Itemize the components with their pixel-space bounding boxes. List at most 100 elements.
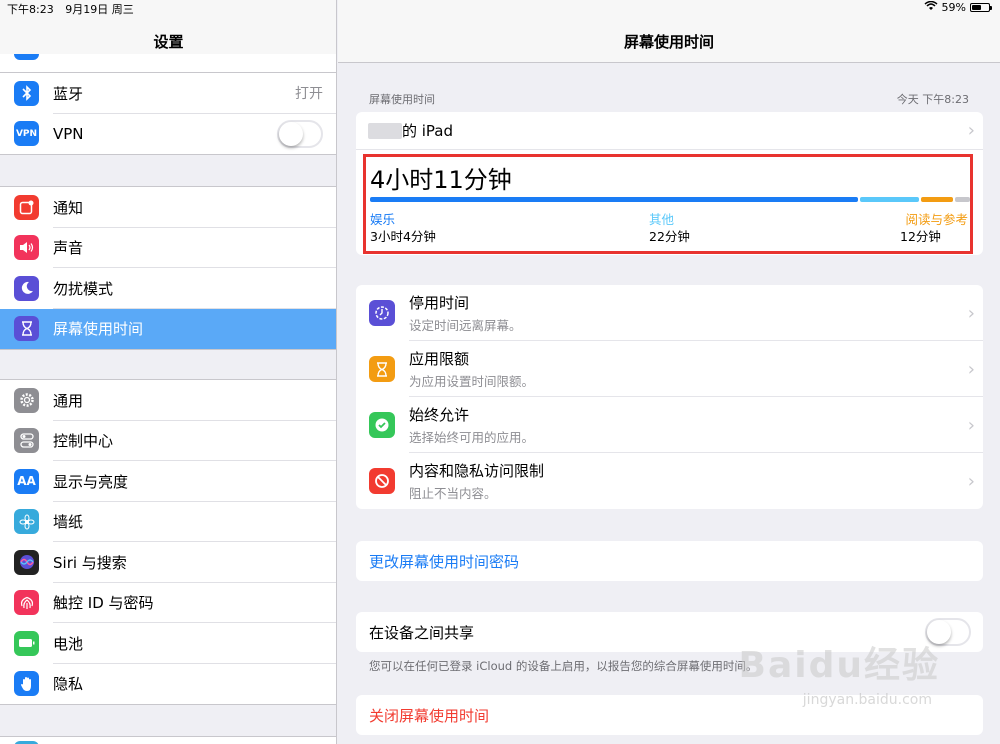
usage-bar-remaining [955, 197, 970, 202]
sidebar-item-control-center[interactable]: 控制中心 [0, 421, 336, 462]
sidebar-item-touch-id[interactable]: 触控 ID 与密码 [0, 583, 336, 624]
sidebar-item-label: 控制中心 [53, 432, 114, 451]
sidebar-item-label: Siri 与搜索 [53, 553, 127, 572]
fingerprint-icon [14, 590, 39, 616]
sidebar-item-do-not-disturb[interactable]: 勿扰模式 [0, 268, 336, 309]
option-downtime[interactable]: 停用时间 设定时间远离屏幕。 › [356, 285, 983, 341]
share-note: 您可以在任何已登录 iCloud 的设备上启用，以报告您的综合屏幕使用时间。 [369, 659, 758, 673]
wifi-icon [14, 54, 39, 60]
category-duration: 22分钟 [649, 229, 690, 244]
sidebar-item-label: 墙纸 [53, 513, 84, 532]
sidebar-group-top-partial [0, 54, 336, 73]
screen-time-panel: 屏幕使用时间 屏幕使用时间 今天 下午8:23 的 iPad › 4小时11分钟… [338, 0, 1000, 744]
hourglass-icon [14, 316, 39, 342]
chevron-right-icon: › [967, 120, 975, 141]
option-content-privacy[interactable]: 内容和隐私访问限制 阻止不当内容。 › [356, 453, 983, 509]
usage-bar-other [860, 197, 919, 202]
total-usage-time: 4小时11分钟 [370, 166, 512, 194]
usage-card: 的 iPad › 4小时11分钟 娱乐 3小时4分钟 其他 22分钟 阅读与参考… [356, 112, 983, 255]
sidebar-item-sounds[interactable]: 声音 [0, 228, 336, 269]
sidebar-item-label: 勿扰模式 [53, 279, 114, 298]
sidebar-item-siri[interactable]: Siri 与搜索 [0, 542, 336, 583]
sidebar-item-battery[interactable]: 电池 [0, 623, 336, 664]
category-duration: 12分钟 [900, 229, 941, 244]
section-timestamp: 今天 下午8:23 [896, 93, 969, 106]
option-subtitle: 为应用设置时间限额。 [409, 374, 535, 389]
sidebar-title: 设置 [153, 33, 184, 51]
sidebar-item-label: 隐私 [53, 675, 84, 694]
gear-icon [14, 387, 39, 413]
status-time: 下午8:23 [7, 3, 54, 16]
sidebar-item-wallpaper[interactable]: 墙纸 [0, 502, 336, 543]
status-bar: 下午8:23 9月19日 周三 59% [0, 0, 1000, 16]
sidebar-group-general: 通用 控制中心 AA 显示与亮度 墙纸 Siri 与搜索 触控 ID 与密码 电… [0, 379, 336, 705]
notifications-icon [14, 194, 39, 220]
sound-icon [14, 235, 39, 261]
option-subtitle: 阻止不当内容。 [409, 486, 497, 501]
redacted-owner-name [368, 122, 402, 139]
no-entry-icon [369, 468, 395, 494]
sidebar-item-label: 显示与亮度 [53, 472, 129, 491]
option-title: 停用时间 [409, 294, 470, 312]
watermark-url: jingyan.baidu.com [802, 692, 932, 708]
option-app-limits[interactable]: 应用限额 为应用设置时间限额。 › [356, 341, 983, 397]
vpn-icon: VPN [14, 121, 39, 147]
bluetooth-icon [14, 80, 39, 106]
options-card: 停用时间 设定时间远离屏幕。 › 应用限额 为应用设置时间限额。 › 始终允许 … [356, 285, 983, 509]
sidebar-item-label: 通知 [53, 198, 84, 217]
chevron-right-icon: › [967, 358, 975, 380]
sidebar-item-display[interactable]: AA 显示与亮度 [0, 461, 336, 502]
option-subtitle: 选择始终可用的应用。 [409, 430, 535, 445]
device-row[interactable]: 的 iPad › [356, 112, 983, 150]
sidebar-item-label: 屏幕使用时间 [53, 320, 144, 339]
hand-icon [14, 671, 39, 697]
checkmark-badge-icon [369, 412, 395, 438]
settings-sidebar: 设置 蓝牙 打开 VPN VPN 通知 声音 勿扰模式 屏幕使用时间 通用 控制… [0, 0, 337, 744]
vpn-toggle[interactable] [277, 119, 323, 148]
sidebar-item-screen-time[interactable]: 屏幕使用时间 [0, 308, 336, 349]
hourglass-icon [369, 356, 395, 382]
sidebar-item-label: 触控 ID 与密码 [53, 594, 154, 613]
passcode-card: 更改屏幕使用时间密码 [356, 541, 983, 581]
sidebar-item-bluetooth[interactable]: 蓝牙 打开 [0, 73, 336, 114]
usage-summary[interactable]: 4小时11分钟 娱乐 3小时4分钟 其他 22分钟 阅读与参考 12分钟 [363, 154, 973, 254]
display-icon: AA [14, 468, 39, 494]
sidebar-item-label: 电池 [53, 634, 84, 653]
sidebar-item-vpn[interactable]: VPN VPN [0, 114, 336, 155]
chevron-right-icon: › [967, 470, 975, 492]
usage-bar-reading [921, 197, 953, 202]
page-title: 屏幕使用时间 [623, 33, 714, 51]
sidebar-group-connectivity: 蓝牙 打开 VPN VPN [0, 73, 336, 155]
usage-bar-entertainment [370, 197, 858, 202]
option-always-allowed[interactable]: 始终允许 选择始终可用的应用。 › [356, 397, 983, 453]
sidebar-item-general[interactable]: 通用 [0, 380, 336, 421]
battery-percent: 59% [941, 1, 966, 14]
section-label: 屏幕使用时间 [369, 93, 435, 106]
sidebar-item-label: 声音 [53, 239, 84, 258]
sidebar-group-notifications: 通知 声音 勿扰模式 屏幕使用时间 [0, 186, 336, 350]
siri-icon [14, 549, 39, 575]
moon-icon [14, 275, 39, 301]
sidebar-item-privacy[interactable]: 隐私 [0, 664, 336, 705]
option-subtitle: 设定时间远离屏幕。 [409, 318, 522, 333]
sidebar-item-label: VPN [53, 124, 84, 143]
wifi-icon [924, 0, 938, 14]
sidebar-group-bottom-partial [0, 736, 336, 744]
control-center-icon [14, 428, 39, 454]
bluetooth-status: 打开 [295, 86, 323, 103]
battery-fill [972, 5, 982, 10]
device-name: 的 iPad [402, 122, 454, 140]
battery-indicator-icon [970, 3, 992, 12]
chevron-right-icon: › [967, 302, 975, 324]
watermark-logo: Baidu经验 [738, 645, 940, 686]
sidebar-item-label: 通用 [53, 391, 84, 410]
sidebar-item-notifications[interactable]: 通知 [0, 187, 336, 228]
status-date: 9月19日 周三 [65, 3, 134, 16]
downtime-icon [369, 300, 395, 326]
option-title: 应用限额 [409, 350, 470, 368]
battery-icon [14, 630, 39, 656]
option-title: 始终允许 [409, 406, 470, 424]
category-duration: 3小时4分钟 [370, 229, 436, 244]
option-title: 内容和隐私访问限制 [409, 462, 545, 480]
change-passcode-link[interactable]: 更改屏幕使用时间密码 [356, 541, 983, 581]
